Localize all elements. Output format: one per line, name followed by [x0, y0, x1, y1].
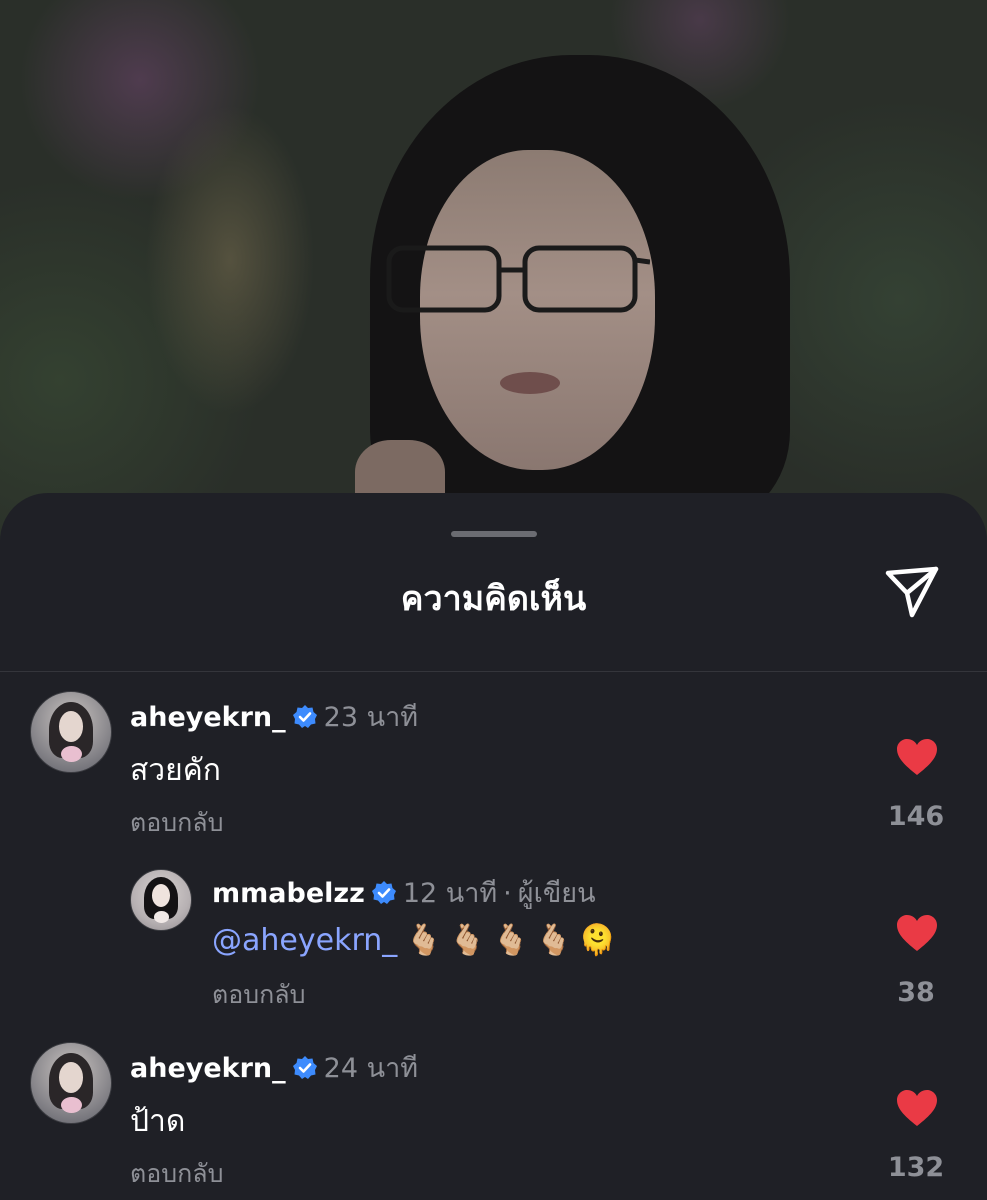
avatar[interactable] [130, 869, 192, 931]
verified-badge-icon [292, 1055, 318, 1081]
username[interactable]: aheyekrn_ [130, 702, 286, 733]
mention-link[interactable]: @aheyekrn_ [212, 923, 397, 958]
comment-time: 23 นาที [323, 702, 419, 733]
comment-text: สวยคัก [130, 753, 221, 788]
comments-sheet: ความคิดเห็น aheyekrn_ 23 นาที สวยคัก ตอบก… [0, 493, 987, 1200]
username[interactable]: aheyekrn_ [130, 1053, 286, 1084]
like-count: 38 [897, 977, 935, 1008]
heart-icon[interactable] [895, 913, 939, 953]
comment-text: @aheyekrn_ 🫰🏼🫰🏼🫰🏼🫰🏼🫠 [212, 923, 622, 958]
comment-time: 12 นาที [402, 878, 498, 909]
reply-button[interactable]: ตอบกลับ [212, 975, 305, 1015]
sheet-title: ความคิดเห็น [400, 579, 587, 619]
separator-dot: · [503, 878, 512, 909]
comment-time: 24 นาที [323, 1053, 419, 1084]
reply-button[interactable]: ตอบกลับ [130, 1154, 223, 1194]
avatar[interactable] [30, 691, 112, 773]
post-photo [0, 0, 987, 560]
like-count: 146 [887, 801, 945, 832]
photo-glasses [385, 240, 651, 320]
verified-badge-icon [371, 880, 397, 906]
username[interactable]: mmabelzz [212, 878, 365, 909]
photo-mouth [500, 372, 560, 394]
heart-icon[interactable] [895, 1088, 939, 1128]
comment-text: ป้าด [130, 1104, 186, 1139]
drag-handle[interactable] [451, 531, 537, 537]
emoji-text: 🫰🏼🫰🏼🫰🏼🫰🏼🫠 [405, 923, 623, 958]
author-tag: ผู้เขียน [517, 878, 596, 909]
divider [0, 671, 987, 672]
like-count: 132 [887, 1152, 945, 1183]
heart-icon[interactable] [895, 737, 939, 777]
send-icon[interactable] [882, 563, 942, 621]
avatar[interactable] [30, 1042, 112, 1124]
reply-button[interactable]: ตอบกลับ [130, 803, 223, 843]
verified-badge-icon [292, 704, 318, 730]
